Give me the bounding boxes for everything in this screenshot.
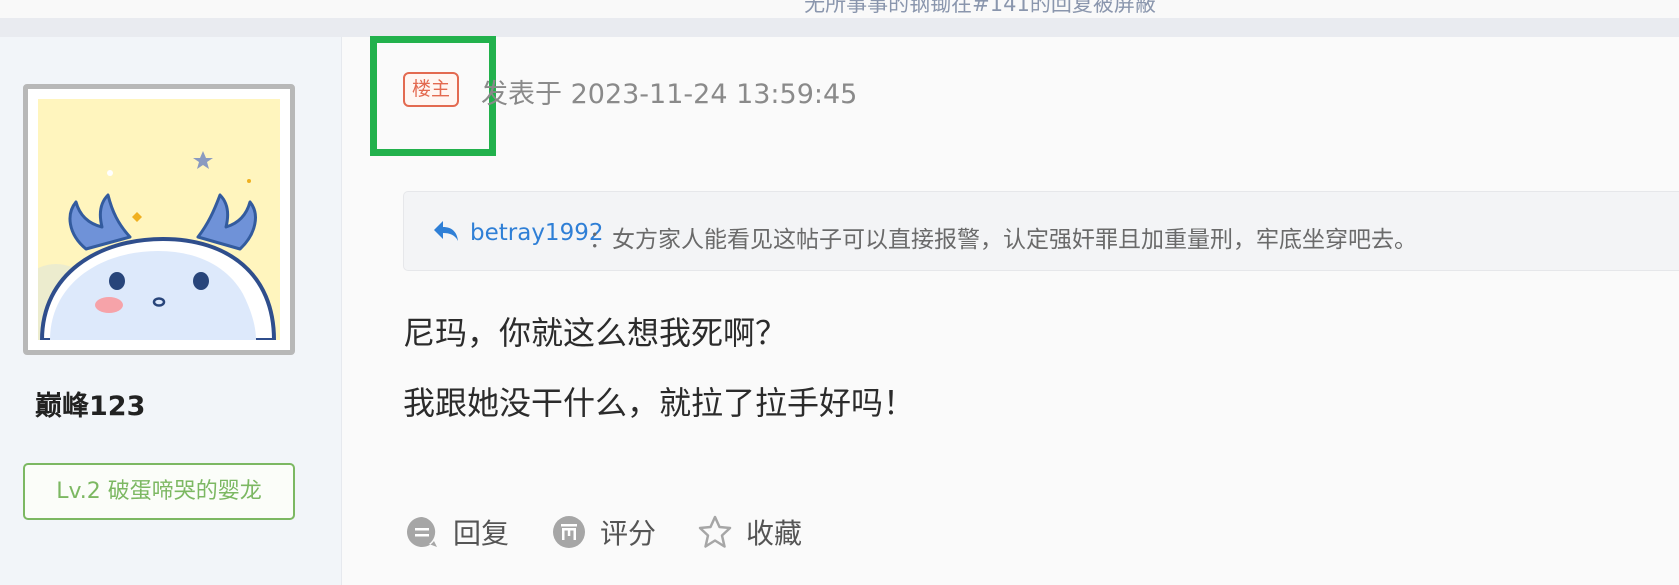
blocked-reply-notice[interactable]: 无所事事的钢锄在#141的回复被屏蔽: [0, 0, 1679, 18]
op-badge: 楼主: [403, 72, 459, 107]
reply-button[interactable]: 回复: [405, 512, 509, 552]
coin-icon: [553, 516, 585, 548]
reply-arrow-icon: [434, 221, 458, 241]
post-timestamp: 发表于 2023-11-24 13:59:45: [481, 79, 858, 110]
favorite-label: 收藏: [746, 517, 803, 550]
dragon-avatar-icon: [38, 99, 280, 340]
avatar[interactable]: [23, 84, 295, 355]
section-divider: [0, 18, 1679, 37]
top-band: 无所事事的钢锄在#141的回复被屏蔽: [0, 0, 1679, 18]
author-username[interactable]: 巅峰123: [35, 384, 145, 423]
post-body-line: 我跟她没干什么，就拉了拉手好吗！: [403, 384, 916, 422]
reply-label: 回复: [453, 517, 510, 550]
rate-button[interactable]: 评分: [552, 512, 656, 552]
reply-bubble-icon: [407, 517, 437, 547]
quoted-user-link[interactable]: betray1992: [470, 220, 603, 246]
star-icon: [698, 515, 732, 548]
quote-block: betray1992 ：女方家人能看见这帖子可以直接报警，认定强奸罪且加重量刑，…: [403, 191, 1679, 271]
rate-label: 评分: [600, 517, 657, 550]
favorite-button[interactable]: 收藏: [698, 512, 802, 552]
quoted-text: ：女方家人能看见这帖子可以直接报警，认定强奸罪且加重量刑，牢底坐穿吧去。: [589, 227, 1417, 253]
post-body-line: 尼玛，你就这么想我死啊？: [403, 314, 788, 352]
user-level-badge: Lv.2 破蛋啼哭的婴龙: [23, 463, 295, 520]
